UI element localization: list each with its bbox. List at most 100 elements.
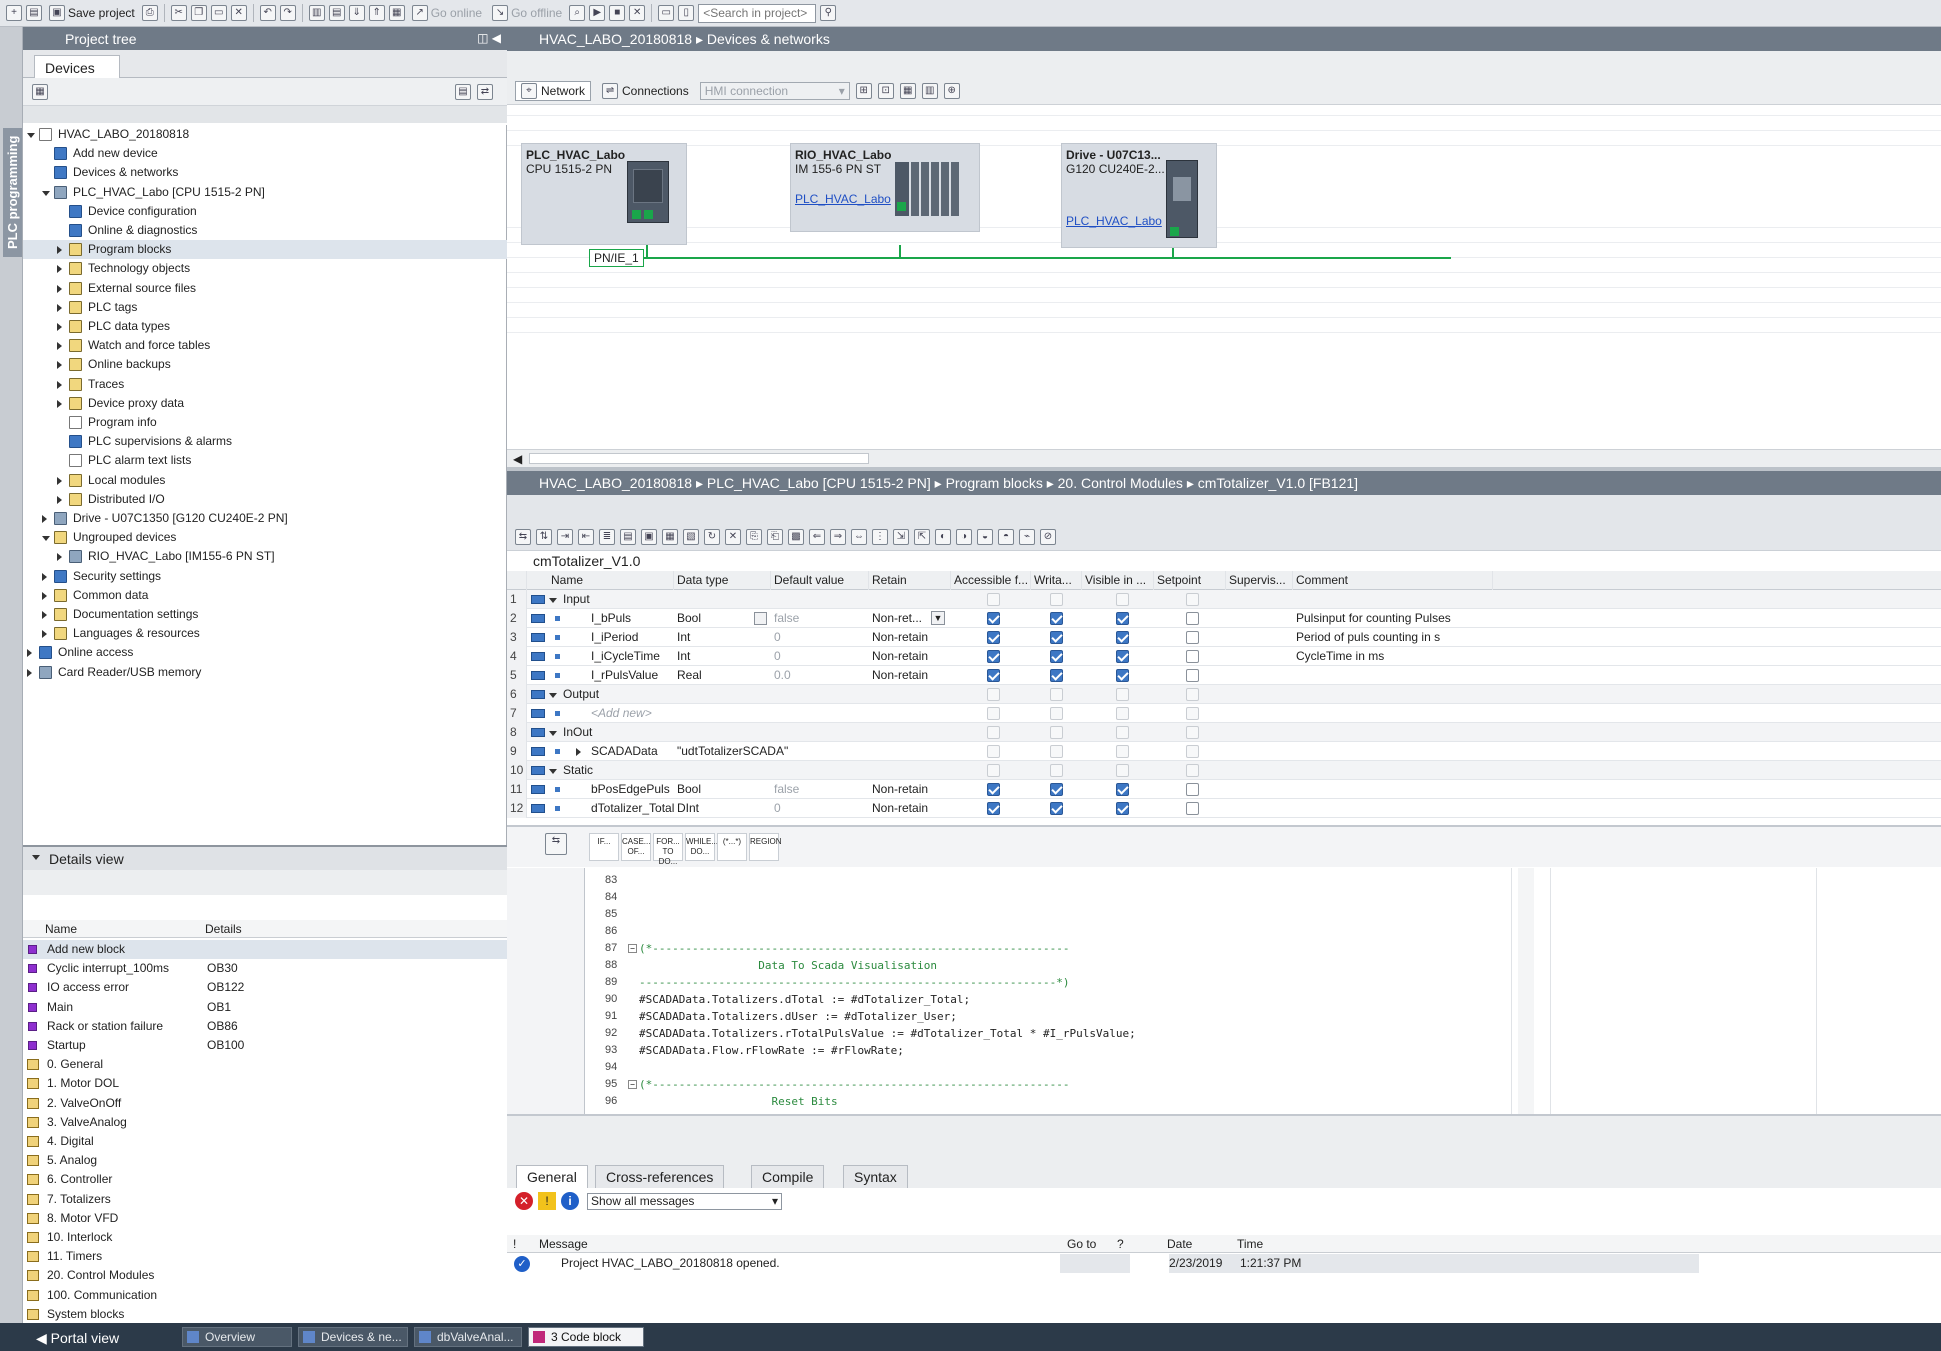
editor-tool-icon[interactable]: ✕ <box>725 528 741 545</box>
attribute-checkbox[interactable] <box>1050 593 1063 606</box>
tab-devices[interactable]: Devices <box>34 55 120 79</box>
scl-instruction-button[interactable]: REGION <box>749 833 782 861</box>
tree-item[interactable]: RIO_HVAC_Labo [IM155-6 PN ST] <box>23 547 507 566</box>
expanded-icon[interactable] <box>42 536 50 542</box>
attribute-checkbox[interactable] <box>1050 631 1063 644</box>
editor-tool-icon[interactable]: ⇱ <box>914 528 930 545</box>
chevron-down-icon[interactable]: ▼ <box>931 611 945 625</box>
editor-tool-icon[interactable]: ⎗ <box>767 528 783 545</box>
editor-tool-icon[interactable]: ⇐ <box>809 528 825 545</box>
attribute-checkbox[interactable] <box>1186 707 1199 720</box>
code-line[interactable]: 96 Reset Bits <box>585 1093 1515 1110</box>
attribute-checkbox[interactable] <box>1186 612 1199 625</box>
details-row[interactable]: Main OB1 <box>23 998 507 1017</box>
attribute-checkbox[interactable] <box>1116 745 1129 758</box>
editor-tool-icon[interactable]: ▩ <box>788 528 804 545</box>
editor-tool-icon[interactable]: ≣ <box>599 528 615 545</box>
collapsed-icon[interactable] <box>576 748 581 756</box>
go-online-button[interactable]: ↗ Go online <box>409 2 485 24</box>
code-line[interactable]: 94 <box>585 1059 1515 1076</box>
tree-item[interactable]: Common data <box>23 586 507 605</box>
tree-item[interactable]: Security settings <box>23 567 507 586</box>
collapsed-icon[interactable] <box>57 284 62 293</box>
details-row[interactable]: Startup OB100 <box>23 1036 507 1055</box>
tree-item[interactable]: Online backups <box>23 355 507 374</box>
interface-row[interactable]: 3 I_iPeriod Int 0 Non-retain Period of puls c… <box>507 628 1941 647</box>
details-row[interactable]: 6. Controller <box>23 1170 507 1189</box>
attribute-checkbox[interactable] <box>987 745 1000 758</box>
network-scrollbar[interactable]: ◀ <box>507 449 1941 467</box>
tree-item[interactable]: PLC alarm text lists <box>23 451 507 470</box>
connections-button[interactable]: ⇌ Connections <box>597 82 694 100</box>
tree-item[interactable]: Program info <box>23 413 507 432</box>
statusbar-tab[interactable]: dbValveAnal... <box>414 1327 522 1347</box>
device-plc[interactable]: PLC_HVAC_Labo CPU 1515-2 PN <box>521 143 687 245</box>
interface-row[interactable]: 9 SCADAData "udtTotalizerSCADA" <box>507 742 1941 761</box>
attribute-checkbox[interactable] <box>1186 593 1199 606</box>
collapse-icon[interactable] <box>32 855 40 860</box>
tree-item[interactable]: Program blocks <box>23 240 507 260</box>
column-header[interactable]: Data type <box>674 571 771 590</box>
tree-item[interactable]: Device configuration <box>23 202 507 221</box>
copy-icon[interactable]: ❐ <box>190 5 207 21</box>
attribute-checkbox[interactable] <box>1186 726 1199 739</box>
attribute-checkbox[interactable] <box>1116 802 1129 815</box>
details-row[interactable]: 100. Communication <box>23 1286 507 1305</box>
attribute-checkbox[interactable] <box>1186 631 1199 644</box>
tree-item[interactable]: Drive - U07C1350 [G120 CU240E-2 PN] <box>23 509 507 528</box>
side-strip-label[interactable]: PLC programming <box>3 127 22 257</box>
editor-tool-icon[interactable]: ⇥ <box>557 528 573 545</box>
collapsed-icon[interactable] <box>42 611 47 619</box>
attribute-checkbox[interactable] <box>987 764 1000 777</box>
details-row[interactable]: 4. Digital <box>23 1132 507 1151</box>
split-horizontal-icon[interactable]: ▭ <box>658 5 675 21</box>
editor-tool-icon[interactable]: ⊘ <box>1040 528 1056 545</box>
attribute-checkbox[interactable] <box>1186 745 1199 758</box>
attribute-checkbox[interactable] <box>987 669 1000 682</box>
interface-row[interactable]: 1 Input <box>507 590 1941 609</box>
column-header[interactable]: Accessible f... <box>951 571 1031 590</box>
attribute-checkbox[interactable] <box>1186 669 1199 682</box>
expanded-icon[interactable] <box>42 190 50 196</box>
collapsed-icon[interactable] <box>42 591 47 600</box>
info-filter-icon[interactable]: i <box>561 1192 579 1210</box>
tree-item[interactable]: Device proxy data <box>23 394 507 413</box>
column-header[interactable]: Supervis... <box>1226 571 1293 590</box>
device-rio[interactable]: RIO_HVAC_Labo IM 155-6 PN ST PLC_HVAC_La… <box>790 143 980 232</box>
accessible-devices-icon[interactable]: ⌕ <box>569 5 586 21</box>
details-row[interactable]: 1. Motor DOL <box>23 1074 507 1093</box>
attribute-checkbox[interactable] <box>1186 783 1199 796</box>
collapsed-icon[interactable] <box>27 668 32 677</box>
tab-syntax[interactable]: Syntax <box>843 1165 908 1188</box>
collapsed-icon[interactable] <box>42 630 47 639</box>
code-line[interactable]: 83 <box>585 872 1515 889</box>
attribute-checkbox[interactable] <box>987 688 1000 701</box>
tree-item[interactable]: PLC data types <box>23 317 507 336</box>
network-view-button[interactable]: ⌖ Network <box>515 81 592 101</box>
device-network-link[interactable]: PLC_HVAC_Labo <box>1066 214 1162 228</box>
attribute-checkbox[interactable] <box>1116 688 1129 701</box>
editor-tool-icon[interactable]: ◒ <box>977 528 993 545</box>
attribute-checkbox[interactable] <box>987 612 1000 625</box>
paste-icon[interactable]: ▭ <box>210 5 227 21</box>
details-row[interactable]: 20. Control Modules <box>23 1266 507 1285</box>
open-project-icon[interactable]: ▤ <box>26 5 42 21</box>
attribute-checkbox[interactable] <box>1116 669 1129 682</box>
interface-row[interactable]: 11 bPosEdgePuls Bool false Non-retain <box>507 780 1941 799</box>
simulation-icon[interactable]: ▦ <box>388 5 405 21</box>
attribute-checkbox[interactable] <box>1116 631 1129 644</box>
code-line[interactable]: 92 #SCADAData.Totalizers.rTotalPulsValue … <box>585 1025 1515 1042</box>
attribute-checkbox[interactable] <box>987 726 1000 739</box>
tree-item[interactable]: Watch and force tables <box>23 336 507 355</box>
attribute-checkbox[interactable] <box>1116 783 1129 796</box>
message-column-header[interactable]: ? <box>1117 1237 1124 1251</box>
editor-tool-icon[interactable]: ⇔ <box>851 528 867 545</box>
subnet-label[interactable]: PN/IE_1 <box>589 249 644 267</box>
attribute-checkbox[interactable] <box>1050 669 1063 682</box>
attribute-checkbox[interactable] <box>1186 650 1199 663</box>
compile-icon[interactable]: ▤ <box>328 5 345 21</box>
editor-tool-icon[interactable]: ◐ <box>935 528 951 545</box>
tree-item[interactable]: Add new device <box>23 144 507 163</box>
split-vertical-icon[interactable]: ▯ <box>678 5 695 21</box>
code-line[interactable]: 93 #SCADAData.Flow.rFlowRate := #rFlowRat… <box>585 1042 1515 1059</box>
